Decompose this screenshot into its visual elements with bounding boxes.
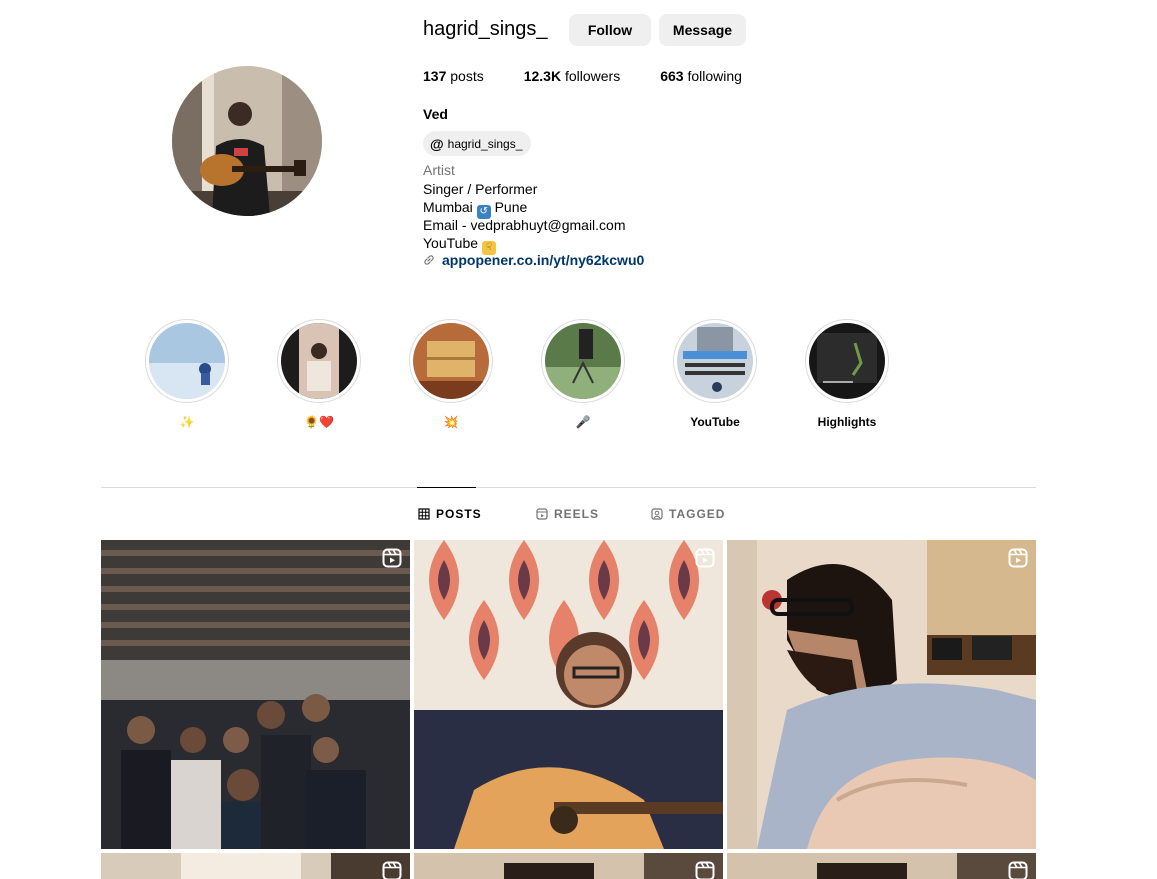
- stat-posts-value: 137: [423, 68, 447, 84]
- message-button[interactable]: Message: [659, 14, 746, 46]
- threads-handle: hagrid_sings_: [447, 136, 523, 151]
- highlight-label: YouTube: [690, 415, 740, 429]
- profile-avatar[interactable]: [172, 66, 322, 216]
- highlight-label: 💥: [443, 415, 459, 429]
- profile-stats: 137 posts 12.3K followers 663 following: [423, 68, 782, 84]
- stat-posts-label: posts: [450, 68, 484, 84]
- post-tile[interactable]: [101, 540, 410, 849]
- tab-reels[interactable]: REELS: [536, 507, 599, 521]
- active-tab-indicator: [417, 487, 476, 488]
- threads-badge[interactable]: @ hagrid_sings_: [423, 131, 532, 156]
- link-icon: [424, 255, 434, 265]
- highlight-thumbnail: [149, 323, 225, 399]
- post-tile[interactable]: [727, 540, 1036, 849]
- reels-icon: [536, 508, 548, 520]
- highlight-thumbnail: [677, 323, 753, 399]
- post-image: [101, 853, 410, 879]
- highlight-label: 🌻❤️: [304, 415, 334, 429]
- reel-icon: [382, 861, 402, 879]
- post-image: [727, 540, 1036, 849]
- post-image: [414, 540, 723, 849]
- post-image: [727, 853, 1036, 879]
- grid-icon: [418, 508, 430, 520]
- highlight-item[interactable]: 🎤: [541, 319, 625, 431]
- reel-icon: [382, 548, 402, 568]
- tab-tagged[interactable]: TAGGED: [651, 507, 725, 521]
- bio-line-1: Singer / Performer: [423, 181, 538, 197]
- highlight-label: Highlights: [817, 415, 877, 429]
- reel-icon: [1008, 548, 1028, 568]
- bio-youtube-text: YouTube: [423, 235, 479, 251]
- reel-icon: [695, 548, 715, 568]
- reel-icon: [695, 861, 715, 879]
- bio-line-3: Email - vedprabhuyt@gmail.com: [423, 217, 626, 233]
- profile-category: Artist: [423, 162, 455, 178]
- post-tile[interactable]: [101, 853, 410, 879]
- stat-posts: 137 posts: [423, 68, 484, 84]
- profile-username: hagrid_sings_: [423, 18, 548, 40]
- stat-following[interactable]: 663 following: [660, 68, 742, 84]
- tagged-icon: [651, 508, 663, 520]
- tab-posts-label: POSTS: [436, 507, 482, 521]
- tab-posts[interactable]: POSTS: [418, 507, 482, 521]
- highlight-item[interactable]: ✨: [145, 319, 229, 431]
- stat-followers-label: followers: [564, 68, 621, 84]
- tabs-divider: [101, 487, 1036, 488]
- bio-city-1: Mumbai: [423, 199, 473, 215]
- stat-following-value: 663: [660, 68, 684, 84]
- tab-reels-label: REELS: [554, 507, 600, 521]
- tab-tagged-label: TAGGED: [669, 507, 726, 521]
- highlight-item[interactable]: 🌻❤️: [277, 319, 361, 431]
- post-image: [101, 540, 410, 849]
- post-tile[interactable]: [414, 853, 723, 879]
- stat-following-label: following: [687, 68, 742, 84]
- highlight-thumbnail: [545, 323, 621, 399]
- bio-link[interactable]: appopener.co.in/yt/ny62kcwu0: [423, 252, 644, 268]
- highlight-thumbnail: [281, 323, 357, 399]
- bio-link-text: appopener.co.in/yt/ny62kcwu0: [442, 252, 645, 268]
- highlight-item[interactable]: Highlights: [805, 319, 889, 431]
- highlight-thumbnail: [809, 323, 885, 399]
- stat-followers-value: 12.3K: [523, 68, 562, 84]
- reel-icon: [1008, 861, 1028, 879]
- bio-city-2: Pune: [494, 199, 528, 215]
- highlight-label: 🎤: [575, 415, 591, 429]
- follow-button[interactable]: Follow: [569, 14, 651, 46]
- highlight-thumbnail: [413, 323, 489, 399]
- highlight-item[interactable]: YouTube: [673, 319, 757, 431]
- highlight-item[interactable]: 💥: [409, 319, 493, 431]
- post-image: [414, 853, 723, 879]
- post-tile[interactable]: [727, 853, 1036, 879]
- stat-followers[interactable]: 12.3K followers: [524, 68, 621, 84]
- threads-icon: @: [430, 135, 444, 152]
- post-tile[interactable]: [414, 540, 723, 849]
- highlight-label: ✨: [179, 415, 195, 429]
- profile-full-name: Ved: [423, 106, 448, 122]
